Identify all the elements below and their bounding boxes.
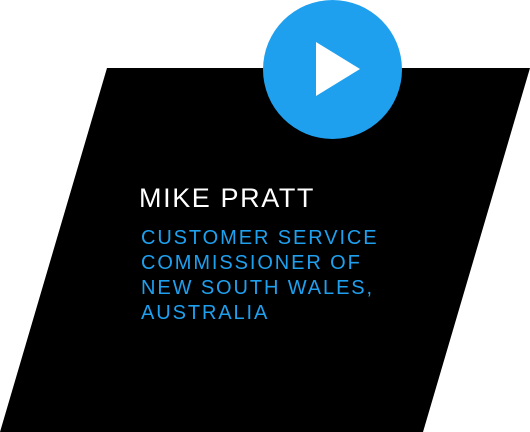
person-title: CUSTOMER SERVICE COMMISSIONER OF NEW SOU… bbox=[141, 226, 411, 326]
play-icon bbox=[263, 0, 402, 139]
play-button[interactable] bbox=[263, 0, 402, 139]
person-title-line: NEW SOUTH WALES, bbox=[141, 277, 375, 299]
person-name: MIKE PRATT bbox=[139, 183, 316, 213]
person-title-line: CUSTOMER SERVICE bbox=[141, 227, 379, 249]
video-card: MIKE PRATT CUSTOMER SERVICE COMMISSIONER… bbox=[0, 0, 530, 432]
person-title-line: AUSTRALIA bbox=[141, 302, 270, 324]
person-title-line: COMMISSIONER OF bbox=[141, 252, 362, 274]
